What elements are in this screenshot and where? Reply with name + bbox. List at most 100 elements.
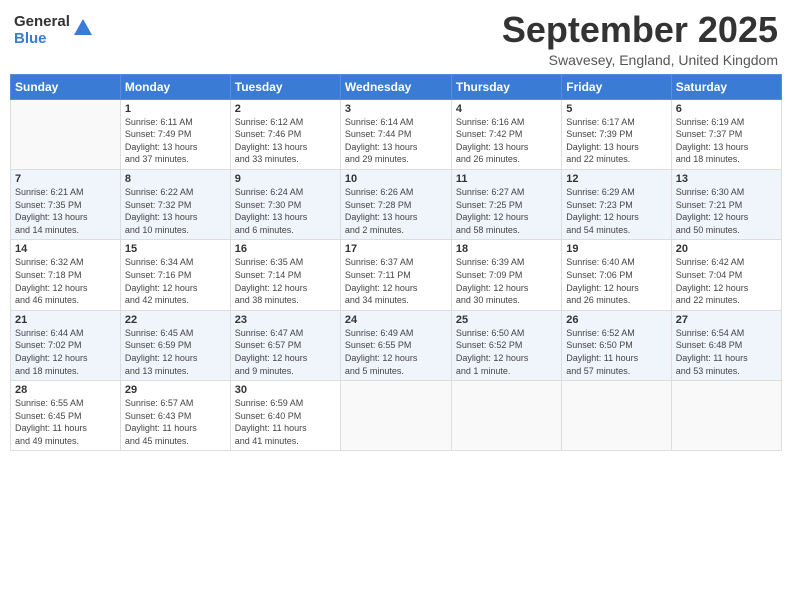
day-number: 26 — [566, 314, 666, 326]
calendar-cell: 20Sunrise: 6:42 AMSunset: 7:04 PMDayligh… — [671, 240, 781, 310]
day-info: Sunrise: 6:16 AMSunset: 7:42 PMDaylight:… — [456, 116, 557, 166]
calendar-cell: 21Sunrise: 6:44 AMSunset: 7:02 PMDayligh… — [11, 310, 121, 380]
calendar-cell: 29Sunrise: 6:57 AMSunset: 6:43 PMDayligh… — [120, 381, 230, 451]
day-number: 30 — [235, 384, 336, 396]
day-info: Sunrise: 6:39 AMSunset: 7:09 PMDaylight:… — [456, 256, 557, 306]
calendar-cell — [451, 381, 561, 451]
day-info: Sunrise: 6:26 AMSunset: 7:28 PMDaylight:… — [345, 186, 447, 236]
day-info: Sunrise: 6:21 AMSunset: 7:35 PMDaylight:… — [15, 186, 116, 236]
calendar-cell: 4Sunrise: 6:16 AMSunset: 7:42 PMDaylight… — [451, 99, 561, 169]
logo-general-text: General — [14, 14, 70, 31]
day-number: 20 — [676, 243, 777, 255]
calendar-cell: 1Sunrise: 6:11 AMSunset: 7:49 PMDaylight… — [120, 99, 230, 169]
day-info: Sunrise: 6:29 AMSunset: 7:23 PMDaylight:… — [566, 186, 666, 236]
day-number: 23 — [235, 314, 336, 326]
day-number: 24 — [345, 314, 447, 326]
day-info: Sunrise: 6:37 AMSunset: 7:11 PMDaylight:… — [345, 256, 447, 306]
day-info: Sunrise: 6:55 AMSunset: 6:45 PMDaylight:… — [15, 397, 116, 447]
day-info: Sunrise: 6:57 AMSunset: 6:43 PMDaylight:… — [125, 397, 226, 447]
calendar-cell: 27Sunrise: 6:54 AMSunset: 6:48 PMDayligh… — [671, 310, 781, 380]
calendar-cell: 24Sunrise: 6:49 AMSunset: 6:55 PMDayligh… — [340, 310, 451, 380]
day-number: 19 — [566, 243, 666, 255]
month-title: September 2025 — [502, 10, 778, 50]
calendar-cell — [11, 99, 121, 169]
day-number: 4 — [456, 103, 557, 115]
calendar-cell: 22Sunrise: 6:45 AMSunset: 6:59 PMDayligh… — [120, 310, 230, 380]
calendar-week-2: 7Sunrise: 6:21 AMSunset: 7:35 PMDaylight… — [11, 169, 782, 239]
day-info: Sunrise: 6:19 AMSunset: 7:37 PMDaylight:… — [676, 116, 777, 166]
day-info: Sunrise: 6:59 AMSunset: 6:40 PMDaylight:… — [235, 397, 336, 447]
calendar-table: SundayMondayTuesdayWednesdayThursdayFrid… — [10, 74, 782, 452]
day-number: 22 — [125, 314, 226, 326]
day-number: 9 — [235, 173, 336, 185]
day-info: Sunrise: 6:14 AMSunset: 7:44 PMDaylight:… — [345, 116, 447, 166]
day-info: Sunrise: 6:47 AMSunset: 6:57 PMDaylight:… — [235, 327, 336, 377]
calendar-cell: 30Sunrise: 6:59 AMSunset: 6:40 PMDayligh… — [230, 381, 340, 451]
calendar-cell: 17Sunrise: 6:37 AMSunset: 7:11 PMDayligh… — [340, 240, 451, 310]
day-number: 27 — [676, 314, 777, 326]
day-number: 16 — [235, 243, 336, 255]
calendar-cell — [340, 381, 451, 451]
calendar-cell — [562, 381, 671, 451]
calendar-week-1: 1Sunrise: 6:11 AMSunset: 7:49 PMDaylight… — [11, 99, 782, 169]
day-info: Sunrise: 6:12 AMSunset: 7:46 PMDaylight:… — [235, 116, 336, 166]
location-text: Swavesey, England, United Kingdom — [502, 52, 778, 68]
calendar-cell: 23Sunrise: 6:47 AMSunset: 6:57 PMDayligh… — [230, 310, 340, 380]
calendar-cell: 10Sunrise: 6:26 AMSunset: 7:28 PMDayligh… — [340, 169, 451, 239]
header-tuesday: Tuesday — [230, 74, 340, 99]
calendar-cell: 18Sunrise: 6:39 AMSunset: 7:09 PMDayligh… — [451, 240, 561, 310]
calendar-cell: 15Sunrise: 6:34 AMSunset: 7:16 PMDayligh… — [120, 240, 230, 310]
day-number: 8 — [125, 173, 226, 185]
day-info: Sunrise: 6:27 AMSunset: 7:25 PMDaylight:… — [456, 186, 557, 236]
header-saturday: Saturday — [671, 74, 781, 99]
calendar-cell: 8Sunrise: 6:22 AMSunset: 7:32 PMDaylight… — [120, 169, 230, 239]
calendar-cell: 16Sunrise: 6:35 AMSunset: 7:14 PMDayligh… — [230, 240, 340, 310]
day-number: 1 — [125, 103, 226, 115]
calendar-cell: 13Sunrise: 6:30 AMSunset: 7:21 PMDayligh… — [671, 169, 781, 239]
calendar-cell: 9Sunrise: 6:24 AMSunset: 7:30 PMDaylight… — [230, 169, 340, 239]
day-number: 25 — [456, 314, 557, 326]
day-number: 21 — [15, 314, 116, 326]
calendar-cell: 25Sunrise: 6:50 AMSunset: 6:52 PMDayligh… — [451, 310, 561, 380]
day-number: 29 — [125, 384, 226, 396]
day-number: 13 — [676, 173, 777, 185]
calendar-cell: 11Sunrise: 6:27 AMSunset: 7:25 PMDayligh… — [451, 169, 561, 239]
day-info: Sunrise: 6:35 AMSunset: 7:14 PMDaylight:… — [235, 256, 336, 306]
day-number: 14 — [15, 243, 116, 255]
day-info: Sunrise: 6:44 AMSunset: 7:02 PMDaylight:… — [15, 327, 116, 377]
day-info: Sunrise: 6:52 AMSunset: 6:50 PMDaylight:… — [566, 327, 666, 377]
day-number: 10 — [345, 173, 447, 185]
day-info: Sunrise: 6:30 AMSunset: 7:21 PMDaylight:… — [676, 186, 777, 236]
day-number: 3 — [345, 103, 447, 115]
calendar-cell — [671, 381, 781, 451]
calendar-cell: 6Sunrise: 6:19 AMSunset: 7:37 PMDaylight… — [671, 99, 781, 169]
day-info: Sunrise: 6:49 AMSunset: 6:55 PMDaylight:… — [345, 327, 447, 377]
header-wednesday: Wednesday — [340, 74, 451, 99]
day-number: 2 — [235, 103, 336, 115]
day-number: 18 — [456, 243, 557, 255]
day-number: 7 — [15, 173, 116, 185]
day-info: Sunrise: 6:45 AMSunset: 6:59 PMDaylight:… — [125, 327, 226, 377]
calendar-cell: 28Sunrise: 6:55 AMSunset: 6:45 PMDayligh… — [11, 381, 121, 451]
day-number: 15 — [125, 243, 226, 255]
day-number: 12 — [566, 173, 666, 185]
header-sunday: Sunday — [11, 74, 121, 99]
day-number: 6 — [676, 103, 777, 115]
day-info: Sunrise: 6:32 AMSunset: 7:18 PMDaylight:… — [15, 256, 116, 306]
calendar-cell: 14Sunrise: 6:32 AMSunset: 7:18 PMDayligh… — [11, 240, 121, 310]
calendar-week-5: 28Sunrise: 6:55 AMSunset: 6:45 PMDayligh… — [11, 381, 782, 451]
calendar-cell: 26Sunrise: 6:52 AMSunset: 6:50 PMDayligh… — [562, 310, 671, 380]
day-number: 28 — [15, 384, 116, 396]
logo: General Blue — [14, 14, 94, 47]
header-friday: Friday — [562, 74, 671, 99]
day-info: Sunrise: 6:11 AMSunset: 7:49 PMDaylight:… — [125, 116, 226, 166]
day-number: 11 — [456, 173, 557, 185]
header-monday: Monday — [120, 74, 230, 99]
calendar-cell: 19Sunrise: 6:40 AMSunset: 7:06 PMDayligh… — [562, 240, 671, 310]
calendar-cell: 12Sunrise: 6:29 AMSunset: 7:23 PMDayligh… — [562, 169, 671, 239]
calendar-week-3: 14Sunrise: 6:32 AMSunset: 7:18 PMDayligh… — [11, 240, 782, 310]
day-number: 17 — [345, 243, 447, 255]
title-block: September 2025 Swavesey, England, United… — [502, 10, 778, 68]
day-info: Sunrise: 6:50 AMSunset: 6:52 PMDaylight:… — [456, 327, 557, 377]
calendar-header-row: SundayMondayTuesdayWednesdayThursdayFrid… — [11, 74, 782, 99]
